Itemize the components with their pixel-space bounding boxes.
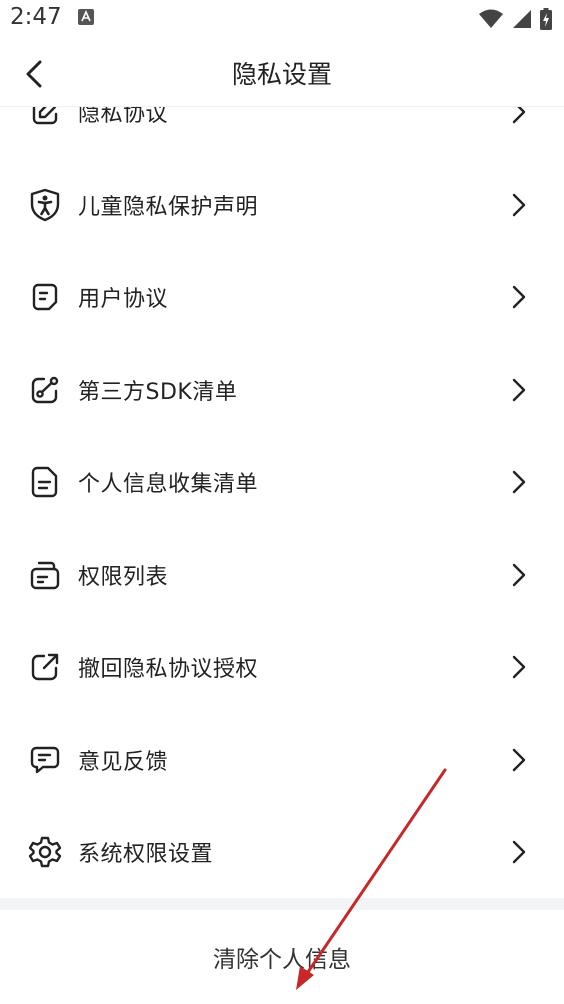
list-item-label: 用户协议 — [78, 287, 169, 313]
chevron-right-icon — [510, 654, 528, 680]
status-icons — [478, 8, 552, 34]
list-item-system-permission-settings[interactable]: 系统权限设置 — [0, 806, 564, 899]
chevron-right-icon — [510, 469, 528, 495]
list-item-third-party-sdk[interactable]: 第三方SDK清单 — [0, 344, 564, 437]
list-item-label: 系统权限设置 — [78, 842, 214, 868]
settings-list: 隐私协议 儿童隐私保护声明 用户协议 第三方SDK清单 个人信息收集清单 权限列… — [0, 66, 564, 899]
list-item-user-agreement[interactable]: 用户协议 — [0, 251, 564, 344]
document-icon — [28, 465, 62, 499]
list-badge-icon — [28, 558, 62, 592]
user-doc-icon — [28, 280, 62, 314]
list-item-revoke-authorization[interactable]: 撤回隐私协议授权 — [0, 621, 564, 714]
notification-icon — [78, 9, 94, 25]
chevron-right-icon — [510, 377, 528, 403]
share-link-icon — [28, 373, 62, 407]
list-item-feedback[interactable]: 意见反馈 — [0, 714, 564, 807]
list-item-label: 儿童隐私保护声明 — [78, 194, 259, 220]
child-shield-icon — [28, 188, 62, 222]
chevron-right-icon — [510, 562, 528, 588]
chat-bubble-icon — [28, 743, 62, 777]
list-item-label: 意见反馈 — [78, 749, 169, 775]
status-time: 2:47 — [10, 4, 62, 30]
battery-icon — [540, 8, 552, 34]
chevron-right-icon — [510, 839, 528, 865]
signal-icon — [512, 9, 532, 33]
gear-icon — [28, 835, 62, 869]
clear-personal-info-button[interactable]: 清除个人信息 — [0, 910, 564, 1004]
chevron-right-icon — [510, 192, 528, 218]
list-item-label: 撤回隐私协议授权 — [78, 657, 259, 683]
wifi-icon — [478, 9, 504, 33]
chevron-right-icon — [510, 284, 528, 310]
external-link-icon — [28, 650, 62, 684]
screen: 2:47 隐私协议 儿童隐私保护声明 用户协议 第三方SDK清单 个人信息收集清… — [0, 0, 564, 1004]
list-item-permission-list[interactable]: 权限列表 — [0, 529, 564, 622]
list-item-label: 第三方SDK清单 — [78, 379, 238, 405]
section-divider — [0, 898, 564, 910]
list-item-label: 个人信息收集清单 — [78, 472, 259, 498]
status-bar: 2:47 — [0, 0, 564, 38]
chevron-right-icon — [510, 747, 528, 773]
list-item-child-privacy[interactable]: 儿童隐私保护声明 — [0, 159, 564, 252]
list-item-personal-info-collection[interactable]: 个人信息收集清单 — [0, 436, 564, 529]
list-item-label: 权限列表 — [78, 564, 169, 590]
header: 隐私设置 — [0, 38, 564, 107]
page-title: 隐私设置 — [231, 60, 332, 89]
